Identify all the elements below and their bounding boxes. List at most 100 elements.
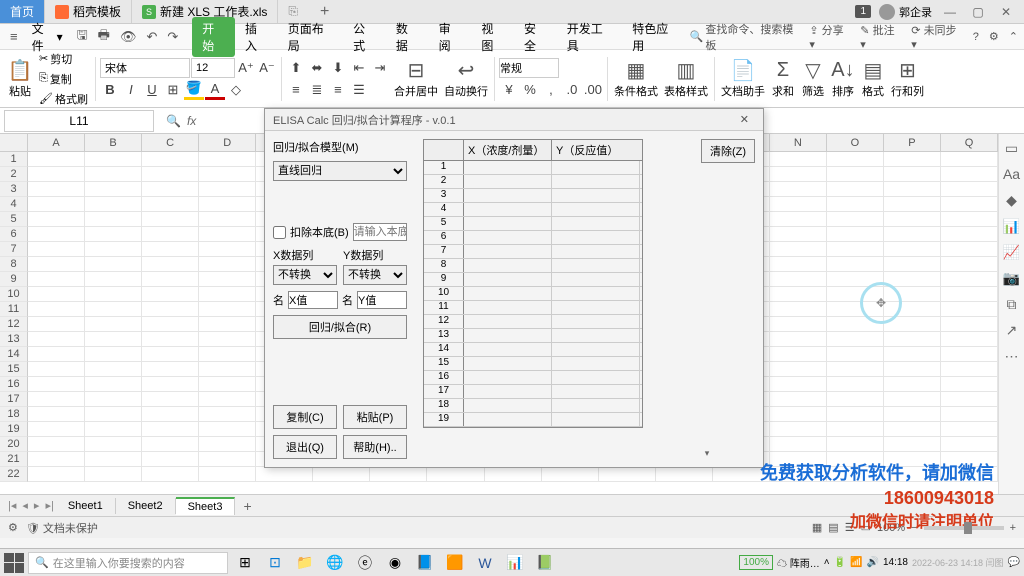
collapse-ribbon-icon[interactable]: ⌃ (1009, 30, 1018, 43)
cell[interactable] (770, 257, 827, 272)
currency-icon[interactable]: ¥ (499, 80, 519, 100)
cell[interactable] (941, 437, 998, 452)
app-icon[interactable]: 🟧 (442, 552, 468, 574)
align-middle-icon[interactable]: ⬌ (307, 58, 327, 78)
cell[interactable] (941, 317, 998, 332)
copy-button[interactable]: ⎘ 复制 (36, 70, 91, 88)
y-name-input[interactable] (357, 291, 407, 309)
screenshot-tool-icon[interactable]: ⧉ (1003, 296, 1021, 314)
cell[interactable] (142, 227, 199, 242)
cell[interactable] (199, 452, 256, 467)
cell[interactable] (142, 392, 199, 407)
inc-decimal-icon[interactable]: .0 (562, 80, 582, 100)
cell[interactable] (770, 242, 827, 257)
shape-tool-icon[interactable]: ◆ (1003, 192, 1021, 210)
ribbon-tab-data[interactable]: 数据 (386, 17, 429, 57)
ribbon-tab-review[interactable]: 审阅 (429, 17, 472, 57)
table-style-button[interactable]: ▥表格样式 (662, 57, 710, 101)
cell[interactable] (142, 407, 199, 422)
ribbon-tab-insert[interactable]: 插入 (235, 17, 278, 57)
cell[interactable] (28, 422, 85, 437)
cell[interactable] (941, 167, 998, 182)
cell[interactable] (770, 437, 827, 452)
cell[interactable] (142, 347, 199, 362)
cell[interactable] (28, 212, 85, 227)
cell[interactable] (199, 347, 256, 362)
cell[interactable] (199, 422, 256, 437)
row-header[interactable]: 8 (0, 257, 28, 272)
cell[interactable] (199, 272, 256, 287)
decrease-font-icon[interactable]: A⁻ (257, 58, 277, 78)
data-cell-y[interactable] (552, 287, 640, 300)
cell[interactable] (142, 257, 199, 272)
data-cell-y[interactable] (552, 399, 640, 412)
cell[interactable] (827, 362, 884, 377)
cell[interactable] (827, 332, 884, 347)
col-header[interactable]: Q (941, 134, 998, 151)
cell[interactable] (770, 362, 827, 377)
cell[interactable] (142, 242, 199, 257)
cell[interactable] (542, 467, 599, 482)
row-header[interactable]: 10 (0, 287, 28, 302)
cell[interactable] (142, 272, 199, 287)
cell[interactable] (941, 272, 998, 287)
notification-icon[interactable]: 💬 (1008, 557, 1020, 568)
tray-up-icon[interactable]: ˄ (824, 557, 830, 568)
font-select[interactable] (100, 58, 190, 78)
protect-status[interactable]: 🛡 文档未保护 (26, 520, 98, 536)
row-header[interactable]: 4 (0, 197, 28, 212)
cell[interactable] (85, 347, 142, 362)
stats-tool-icon[interactable]: 📈 (1003, 244, 1021, 262)
tray-icon[interactable]: 🔋 (834, 557, 846, 568)
data-cell-y[interactable] (552, 203, 640, 216)
y-transform-select[interactable]: 不转换 (343, 265, 407, 285)
app-menu-icon[interactable]: ≡ (6, 27, 22, 46)
cell[interactable] (941, 227, 998, 242)
data-cell-x[interactable] (464, 189, 552, 202)
cell[interactable] (142, 422, 199, 437)
data-cell-y[interactable] (552, 371, 640, 384)
cell[interactable] (28, 287, 85, 302)
format-button[interactable]: ▤格式 (859, 57, 887, 101)
data-cell-x[interactable] (464, 217, 552, 230)
cell[interactable] (770, 167, 827, 182)
cell[interactable] (884, 362, 941, 377)
data-cell-y[interactable] (552, 301, 640, 314)
cell[interactable] (827, 377, 884, 392)
model-select[interactable]: 直线回归 (273, 161, 407, 181)
cell[interactable] (884, 197, 941, 212)
help-icon[interactable]: ? (973, 31, 979, 43)
cell[interactable] (884, 152, 941, 167)
cell[interactable] (827, 347, 884, 362)
paste-button[interactable]: 📋粘贴 (6, 57, 34, 101)
taskbar-search[interactable]: 🔍 在这里输入你要搜索的内容 (28, 552, 228, 574)
cell[interactable] (941, 392, 998, 407)
cell[interactable] (199, 377, 256, 392)
cell[interactable] (85, 212, 142, 227)
cell[interactable] (142, 197, 199, 212)
cell[interactable] (199, 167, 256, 182)
col-header[interactable]: P (884, 134, 941, 151)
cell[interactable] (85, 332, 142, 347)
cell[interactable] (199, 197, 256, 212)
cell[interactable] (770, 302, 827, 317)
cell[interactable] (941, 287, 998, 302)
data-cell-y[interactable] (552, 161, 640, 174)
cell[interactable] (142, 182, 199, 197)
data-cell-x[interactable] (464, 175, 552, 188)
app-icon[interactable]: ⊡ (262, 552, 288, 574)
command-search[interactable]: 🔍 查找命令、搜索模板 (690, 21, 800, 53)
cell[interactable] (199, 392, 256, 407)
cell[interactable] (941, 197, 998, 212)
cell[interactable] (884, 332, 941, 347)
cell[interactable] (142, 152, 199, 167)
data-cell-x[interactable] (464, 357, 552, 370)
cell[interactable] (884, 347, 941, 362)
cell[interactable] (827, 212, 884, 227)
data-cell-y[interactable] (552, 189, 640, 202)
sum-button[interactable]: Σ求和 (769, 57, 797, 101)
cut-button[interactable]: ✂ 剪切 (36, 50, 91, 68)
doc-helper-button[interactable]: 📄文档助手 (719, 57, 767, 101)
cell[interactable] (142, 467, 199, 482)
ribbon-tab-security[interactable]: 安全 (514, 17, 557, 57)
